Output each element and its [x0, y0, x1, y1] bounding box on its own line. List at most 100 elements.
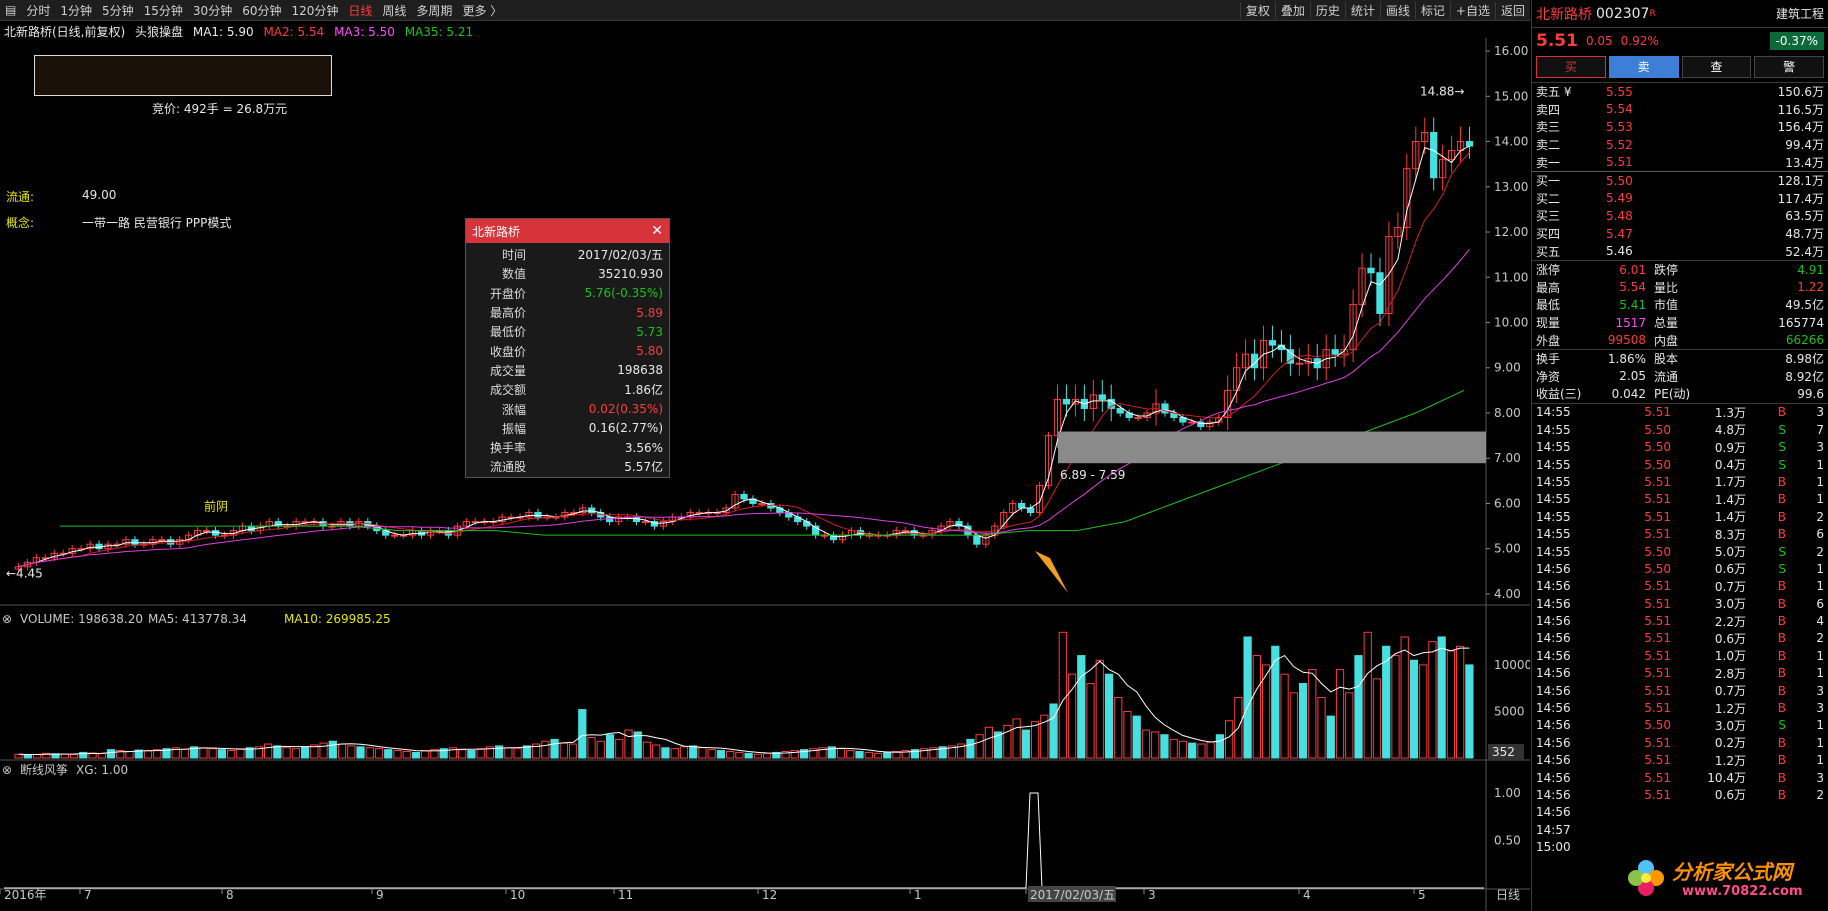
stat-label: 总量 — [1654, 316, 1679, 331]
volume-bar — [1456, 645, 1465, 759]
bid-book: 买一 5.50 128.1万 买二 5.49 117.4万 买三 5.48 63.5万 买四 5.4… — [1532, 170, 1828, 260]
ask-row: 卖五 ¥ 5.55 150.6万 — [1532, 83, 1828, 101]
tool-button[interactable]: 叠加 — [1274, 2, 1310, 19]
trade-button[interactable]: 买 — [1536, 56, 1606, 78]
tick-price: 5.50 — [1644, 718, 1671, 733]
fundamental-value: 1.86% — [1607, 351, 1646, 366]
tooltip-row: 振幅 0.16(2.77%) — [466, 419, 669, 438]
tick-volume: 1.4万 — [1714, 510, 1746, 525]
window-menu-icon[interactable]: ▤ — [0, 3, 21, 17]
tool-button[interactable]: 画线 — [1379, 2, 1415, 19]
tooltip-value: 5.80 — [636, 344, 663, 359]
fundamental-value: 99.6 — [1797, 386, 1824, 401]
candle-body — [641, 521, 650, 524]
tick-row: 14:55 5.50 0.9万 S 3 — [1532, 438, 1828, 455]
candle-body — [158, 539, 166, 542]
sector-name[interactable]: 建筑工程 — [1776, 5, 1824, 22]
stat-label: 最低 — [1536, 298, 1561, 313]
fundamental-label: 流通 — [1654, 369, 1679, 384]
period-tab[interactable]: 60分钟 — [237, 2, 286, 19]
indicator-axis-label: 0.50 — [1494, 834, 1521, 848]
volume-bar — [550, 738, 559, 759]
tick-side: B — [1777, 701, 1786, 716]
range-label: 6.89 - 7.59 — [1060, 468, 1125, 482]
period-tab[interactable]: 多周期 — [411, 2, 457, 19]
volume-bar — [458, 749, 467, 759]
volume-bar — [578, 709, 587, 759]
tool-button[interactable]: 标记 — [1414, 2, 1450, 19]
tick-price: 5.51 — [1644, 596, 1671, 611]
tick-side: B — [1777, 753, 1786, 768]
period-tab[interactable]: 更多 〉 — [457, 2, 507, 19]
candle-body — [1188, 421, 1196, 424]
volume-bar — [1030, 721, 1040, 759]
tooltip-row: 最低价 5.73 — [466, 322, 669, 341]
stat-row: 最高 5.54 量比 1.22 — [1532, 279, 1828, 297]
tick-price: 5.51 — [1644, 474, 1671, 489]
tooltip-row: 流通股 5.57亿 — [466, 457, 669, 476]
tick-row: 14:56 5.51 2.8万 B 1 — [1532, 665, 1828, 682]
volume-bar — [393, 750, 402, 759]
book-volume: 52.4万 — [1785, 244, 1824, 259]
tool-button[interactable]: 返回 — [1494, 2, 1530, 19]
settings-icon: ⊗ — [2, 612, 12, 626]
tool-button[interactable]: 统计 — [1344, 2, 1380, 19]
book-volume: 116.5万 — [1777, 102, 1824, 117]
period-tab[interactable]: 15分钟 — [139, 2, 188, 19]
support-zone — [1058, 431, 1486, 464]
tool-button[interactable]: +自选 — [1449, 2, 1495, 19]
period-tab[interactable]: 120分钟 — [286, 2, 343, 19]
volume-bar — [1437, 636, 1446, 759]
trade-button[interactable]: 查 — [1681, 56, 1752, 78]
tick-volume: 0.6万 — [1714, 631, 1746, 646]
volume-label: VOLUME: 198638.20 — [20, 612, 143, 626]
period-tab[interactable]: 30分钟 — [188, 2, 237, 19]
tick-count: 6 — [1816, 527, 1824, 542]
price-axis-label: 9.00 — [1494, 361, 1521, 375]
tooltip-label: 流通股 — [489, 460, 526, 475]
tick-volume: 1.3万 — [1714, 405, 1746, 420]
tooltip-label: 收盘价 — [489, 344, 526, 359]
tick-row: 14:56 5.51 2.2万 B 4 — [1532, 612, 1828, 629]
tick-row: 14:56 5.51 0.7万 B 3 — [1532, 682, 1828, 699]
book-label: 买一 — [1536, 174, 1561, 189]
period-tab[interactable]: 日线 — [343, 2, 377, 19]
high-price-label: 14.88→ — [1420, 85, 1464, 99]
tick-time: 14:55 — [1536, 509, 1571, 524]
tick-price: 5.51 — [1644, 579, 1671, 594]
tool-button[interactable]: 历史 — [1309, 2, 1345, 19]
volume-bar — [522, 745, 531, 759]
book-price: 5.51 — [1606, 155, 1633, 170]
date-axis-label: 2017/02/03/五 — [1030, 888, 1115, 902]
tooltip-row: 时间 2017/02/03/五 — [466, 245, 669, 264]
trade-button[interactable]: 卖 — [1608, 56, 1679, 78]
period-tab[interactable]: 1分钟 — [55, 2, 97, 19]
trade-button[interactable]: 警 — [1754, 56, 1824, 78]
chart-title: 北新路桥(日线,前复权) — [4, 25, 126, 39]
period-tab[interactable]: 分时 — [21, 2, 55, 19]
volume-bar — [1095, 659, 1104, 759]
close-icon[interactable]: ✕ — [651, 223, 663, 239]
tool-button[interactable]: 复权 — [1239, 2, 1275, 19]
volume-bar — [707, 749, 716, 759]
ma1-value: MA1: 5.90 — [192, 25, 254, 39]
volume-axis-label: 10000 — [1494, 658, 1530, 672]
date-axis-label: 9 — [376, 888, 384, 902]
volume-bar — [1326, 715, 1335, 759]
formula-name[interactable]: 头狼操盘 — [135, 25, 183, 39]
price-axis-label: 14.00 — [1494, 135, 1528, 149]
volume-bar — [735, 751, 744, 759]
price-axis-label: 11.00 — [1494, 270, 1528, 284]
tick-list[interactable]: 14:55 5.51 1.3万 B 3 14:55 5.50 4.8万 S 7 14:55 5.50 0… — [1532, 402, 1828, 856]
period-tab[interactable]: 5分钟 — [97, 2, 139, 19]
tick-side: B — [1777, 579, 1786, 594]
fundamental-label: PE(动) — [1654, 387, 1691, 402]
volume-bar — [846, 750, 855, 759]
period-tab[interactable]: 周线 — [377, 2, 411, 19]
date-axis-label: 3 — [1148, 888, 1156, 902]
kline-chart[interactable]: 16.0015.0014.0013.0012.0011.0010.009.008… — [0, 38, 1530, 911]
stat-value: 99508 — [1607, 333, 1646, 348]
tick-row: 14:55 5.51 8.3万 B 6 — [1532, 525, 1828, 542]
volume-bar — [1382, 645, 1391, 759]
volume-bar — [1289, 692, 1298, 759]
